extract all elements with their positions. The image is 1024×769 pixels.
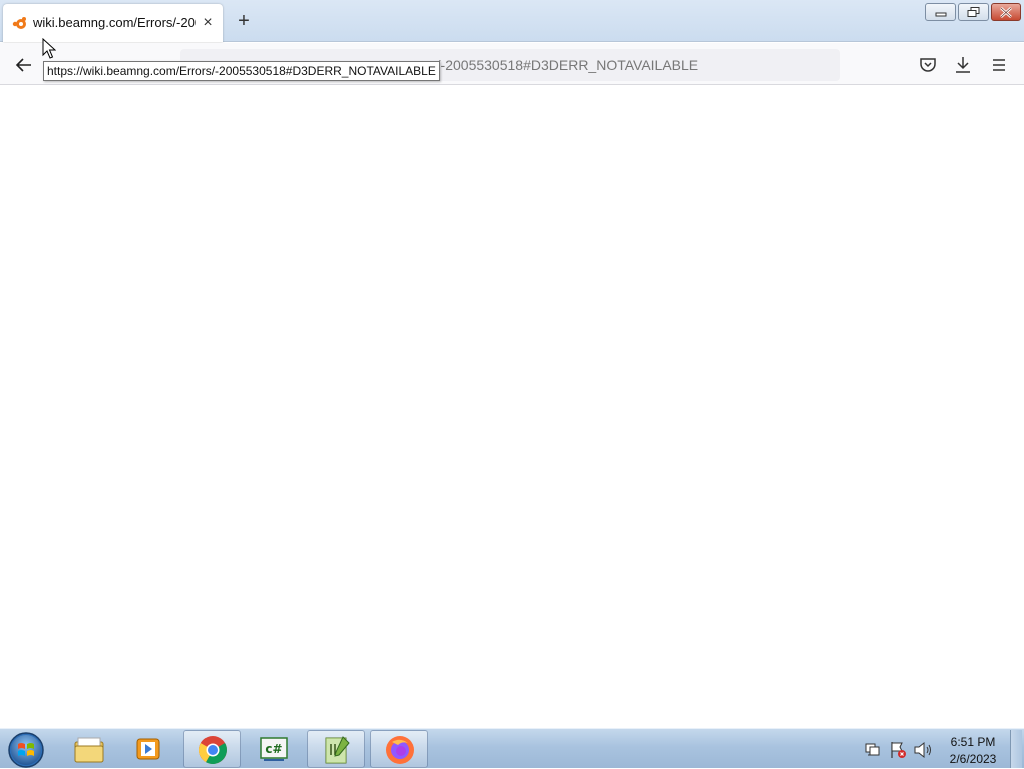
address-bar-text[interactable]: rs/-2005530518#D3DERR_NOTAVAILABLE xyxy=(425,57,698,73)
back-arrow-icon[interactable] xyxy=(12,53,36,77)
system-tray xyxy=(862,739,940,761)
show-desktop-button[interactable] xyxy=(1010,730,1022,768)
clock-date: 2/6/2023 xyxy=(949,752,997,766)
close-window-button[interactable] xyxy=(991,3,1021,21)
browser-tab[interactable]: wiki.beamng.com/Errors/-2005530518#D3DER… xyxy=(3,4,223,42)
close-tab-icon[interactable]: × xyxy=(198,13,218,33)
tray-icons xyxy=(865,741,931,759)
mouse-cursor-icon xyxy=(42,38,56,59)
taskbar-notepadpp[interactable] xyxy=(307,730,365,768)
taskbar-firefox[interactable] xyxy=(370,730,428,768)
svg-text:c#: c# xyxy=(265,742,282,756)
restore-icon xyxy=(967,7,979,17)
beamng-favicon-icon xyxy=(12,17,26,29)
taskbar: c# 6:51 PM 2/6/2023 xyxy=(0,728,1024,768)
downloads-icon[interactable] xyxy=(951,53,975,77)
firefox-icon xyxy=(386,736,414,764)
system-clock[interactable]: 6:51 PM 2/6/2023 xyxy=(944,734,1002,768)
close-icon xyxy=(1000,7,1012,18)
csharp-ide-icon: c# xyxy=(260,737,288,761)
taskbar-csharp-ide[interactable]: c# xyxy=(245,730,303,768)
page-content xyxy=(0,86,1024,728)
taskbar-chrome[interactable] xyxy=(183,730,241,768)
taskbar-explorer[interactable] xyxy=(60,730,118,768)
volume-icon[interactable] xyxy=(914,741,931,759)
link-tooltip: https://wiki.beamng.com/Errors/-20055305… xyxy=(43,61,440,81)
restore-button[interactable] xyxy=(958,3,989,21)
tab-title: wiki.beamng.com/Errors/-2005530518#D3DER… xyxy=(33,15,196,30)
pocket-icon[interactable] xyxy=(916,53,940,77)
new-tab-button[interactable]: + xyxy=(232,10,256,34)
network-icon[interactable] xyxy=(865,743,880,756)
start-button-icon[interactable] xyxy=(6,731,46,769)
notepadpp-icon xyxy=(325,736,350,764)
chrome-icon xyxy=(199,736,227,764)
taskbar-media-player[interactable] xyxy=(120,730,178,768)
action-center-flag-icon[interactable] xyxy=(891,742,906,758)
minimize-button[interactable] xyxy=(925,3,956,21)
clock-time: 6:51 PM xyxy=(950,735,996,749)
menu-hamburger-icon[interactable] xyxy=(987,53,1011,77)
title-bar: wiki.beamng.com/Errors/-2005530518#D3DER… xyxy=(0,0,1024,42)
media-player-icon xyxy=(136,738,160,760)
file-explorer-icon xyxy=(74,737,104,763)
minimize-icon xyxy=(935,12,946,17)
